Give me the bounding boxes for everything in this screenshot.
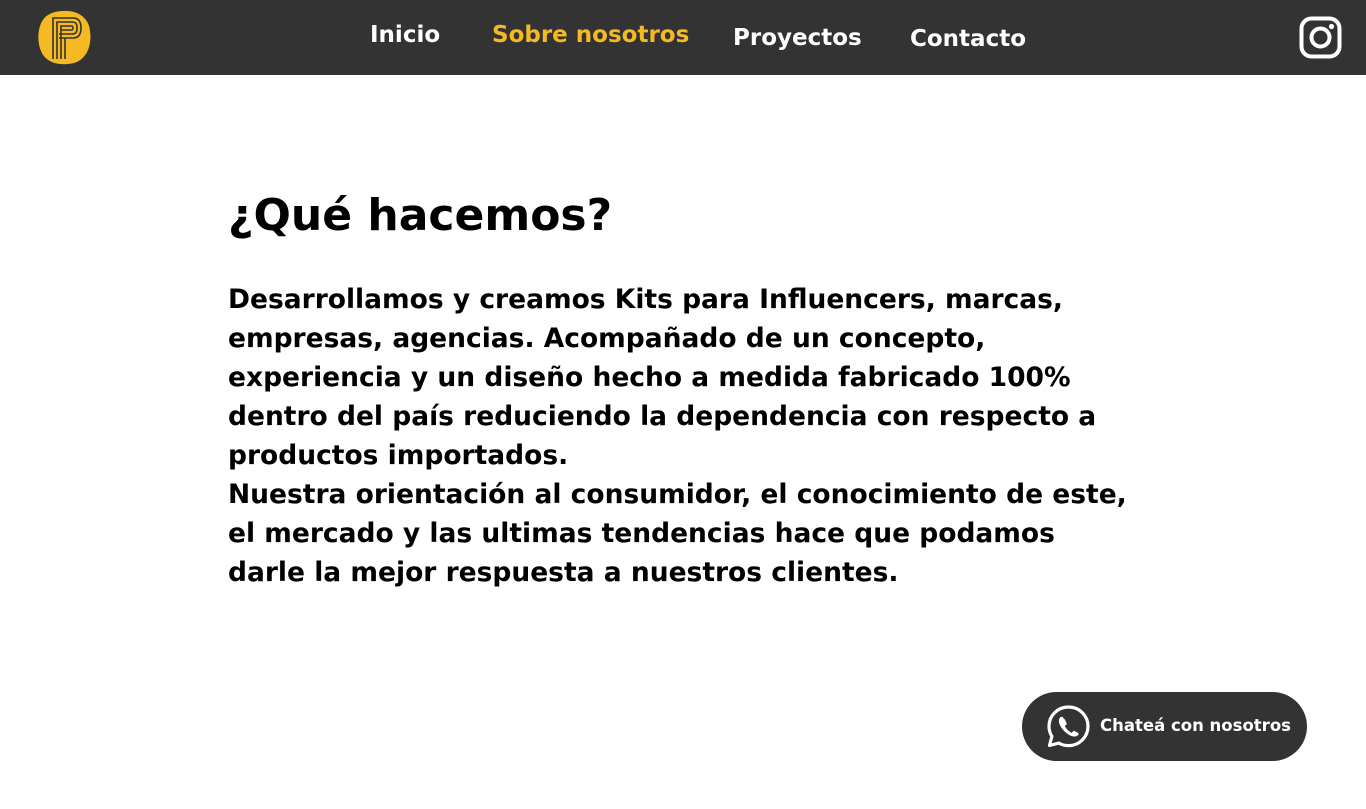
letter-p-logo-icon[interactable]	[36, 9, 92, 66]
whatsapp-chat-button[interactable]: Chateá con nosotros	[1022, 692, 1307, 761]
nav-link-inicio[interactable]: Inicio	[370, 22, 440, 48]
instagram-icon[interactable]	[1299, 16, 1342, 59]
nav-link-proyectos[interactable]: Proyectos	[733, 25, 862, 51]
section-body-text: Desarrollamos y creamos Kits para Influe…	[228, 284, 1127, 588]
whatsapp-icon	[1047, 705, 1090, 748]
nav-link-contacto[interactable]: Contacto	[910, 26, 1026, 52]
chat-button-label: Chateá con nosotros	[1100, 716, 1291, 735]
about-section: ¿Qué hacemos? Desarrollamos y creamos Ki…	[228, 190, 1138, 592]
nav-link-sobre-nosotros[interactable]: Sobre nosotros	[492, 22, 689, 48]
section-title: ¿Qué hacemos?	[228, 190, 613, 241]
top-navbar: Inicio Sobre nosotros Proyectos Contacto	[0, 0, 1366, 75]
